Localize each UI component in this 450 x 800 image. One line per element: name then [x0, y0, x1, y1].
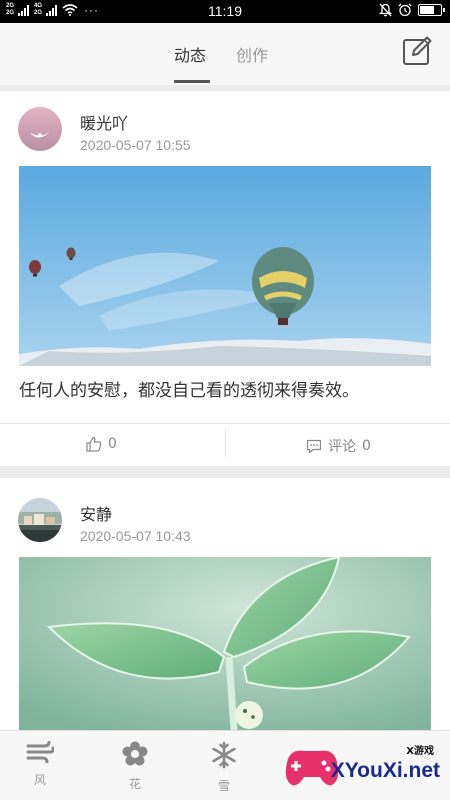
post-card: 安静 2020-05-07 10:43 — [0, 478, 450, 730]
avatar[interactable] — [18, 107, 62, 151]
alarm-icon — [398, 3, 412, 17]
watermark-logo: X游戏 XYouXi.net — [282, 739, 442, 795]
like-count: 0 — [108, 436, 117, 452]
bottom-nav-label: 风 — [33, 773, 46, 787]
post-caption: 任何人的安慰，都没自己看的透彻来得奏效。 — [19, 381, 359, 401]
bottom-nav-wind[interactable]: 风 — [15, 741, 65, 788]
balloon-photo — [19, 166, 431, 366]
bottom-nav-label: 花 — [128, 777, 141, 791]
post-divider — [0, 423, 450, 424]
post-image[interactable] — [19, 557, 431, 730]
post-card: 暖光吖 2020-05-07 10:55 任何人的安慰，都没自己看的透彻来得奏效… — [0, 91, 450, 466]
avatar-moon-image — [18, 107, 62, 151]
status-bar: 2G 2G 4G 2G ··· 11:19 — [0, 0, 450, 23]
watermark-text: XYouXi.net — [330, 759, 440, 782]
bottom-nav-snow[interactable]: 雪 — [199, 741, 249, 794]
username[interactable]: 暖光吖 — [80, 110, 128, 134]
active-tab-indicator — [174, 80, 210, 83]
tab-dongtai[interactable]: 动态 — [174, 42, 206, 66]
bottom-nav-label: 雪 — [217, 779, 230, 793]
avatar[interactable] — [18, 498, 62, 542]
mute-bell-icon — [379, 3, 392, 17]
status-right — [379, 3, 445, 17]
app-screen: 2G 2G 4G 2G ··· 11:19 动态 创作 暖光吖 2020-05-… — [0, 0, 450, 800]
watermark-small-text: X游戏 — [406, 746, 434, 757]
top-nav: 动态 创作 — [0, 23, 450, 85]
post-image[interactable] — [19, 166, 431, 366]
avatar-town-image — [18, 498, 62, 542]
battery-icon — [418, 4, 445, 16]
tab-chuangzuo[interactable]: 创作 — [236, 42, 268, 66]
edit-icon[interactable] — [402, 36, 432, 66]
post-time: 2020-05-07 10:55 — [80, 137, 191, 153]
post-time: 2020-05-07 10:43 — [80, 528, 191, 544]
leaf-photo — [19, 557, 431, 730]
comment-label: 评论 — [328, 439, 356, 455]
snowflake-icon — [212, 741, 236, 769]
bottom-nav-flower[interactable]: 花 — [110, 741, 160, 792]
comment-count: 0 — [362, 438, 371, 454]
comment-icon — [306, 439, 322, 453]
like-button[interactable]: 0 — [86, 436, 117, 452]
comment-button[interactable]: 评论 0 — [306, 436, 371, 456]
flower-icon — [122, 741, 148, 766]
username[interactable]: 安静 — [80, 501, 112, 525]
wind-icon — [26, 741, 55, 764]
thumbs-up-icon — [86, 436, 102, 452]
action-separator — [225, 429, 226, 457]
